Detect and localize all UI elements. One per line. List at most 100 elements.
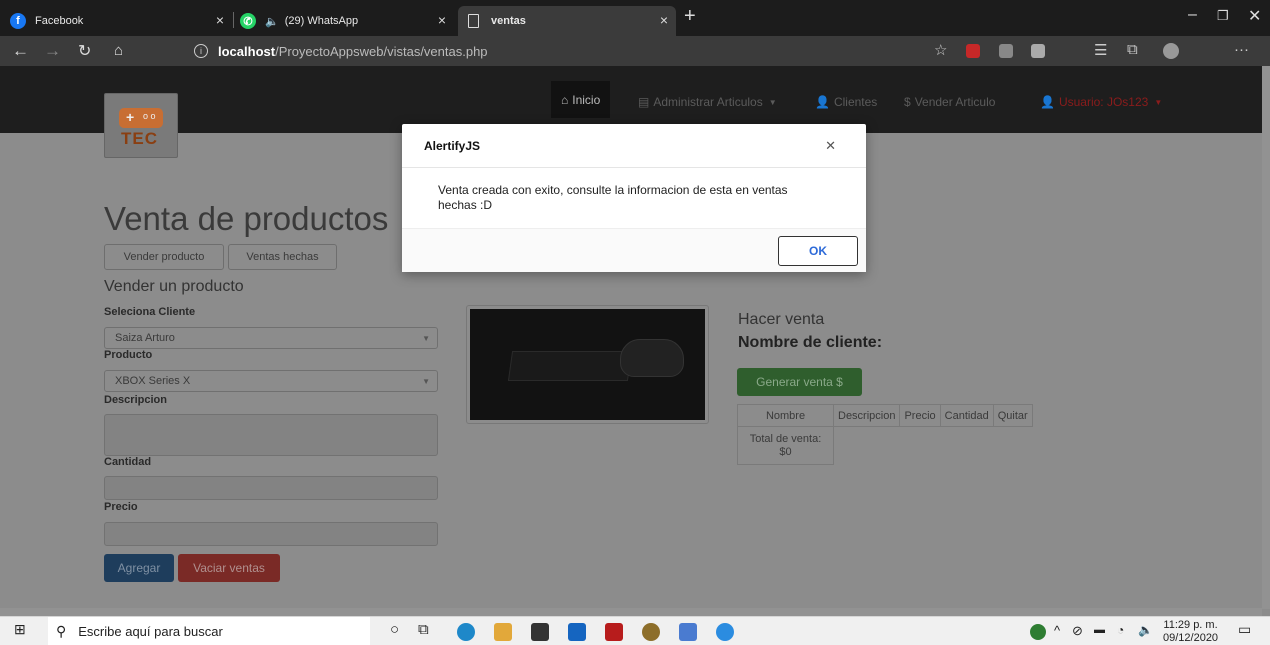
favorites-list-icon[interactable]: ☰ [1094,41,1107,59]
home-icon: ⌂ [561,92,569,107]
url-field[interactable]: i localhost /ProyectoAppsweb/vistas/vent… [176,40,906,62]
close-tab-icon[interactable]: × [438,12,446,28]
photos-icon[interactable] [679,623,697,641]
page-title: Venta de productos [104,200,389,237]
cantidad-label: Cantidad [104,456,152,468]
horizontal-scrollbar[interactable] [0,608,1262,616]
search-icon: ⚲ [56,623,67,639]
windows-start-icon[interactable]: ⊞ [14,621,26,638]
user-icon: 👤 [1040,95,1055,109]
notifications-icon[interactable]: ▭ [1238,621,1251,638]
page-icon [468,14,479,28]
producto-select[interactable]: XBOX Series X ▼ [104,370,438,392]
task-view-icon[interactable]: ⧉ [418,621,429,638]
vaciar-ventas-button[interactable]: Vaciar ventas [178,554,280,582]
back-icon[interactable]: ← [12,41,29,61]
nav-inicio[interactable]: ⌂ Inicio [551,81,611,118]
speaker-icon[interactable]: 🔈 [265,15,279,28]
app-icon[interactable] [716,623,734,641]
tab-title: (29) WhatsApp [284,15,359,27]
window-close-icon[interactable]: ✕ [1248,6,1261,26]
gamepad-logo-icon [119,108,163,128]
restore-icon[interactable]: ❐ [1217,8,1229,24]
column-header: Descripcion [832,404,901,427]
cortana-icon[interactable]: ○ [390,621,399,638]
clock-date: 09/12/2020 [1163,632,1219,644]
controller-shape [620,339,684,377]
browser-tab-strip: f Facebook × ✆ 🔈 (29) WhatsApp × ventas … [0,0,1270,36]
tab-divider [233,12,234,28]
url-host: localhost [218,43,276,59]
close-icon[interactable]: ✕ [825,138,836,154]
dollar-icon: $ [904,95,911,109]
netflix-icon[interactable] [605,623,623,641]
refresh-icon[interactable]: ↻ [78,41,91,61]
product-image [466,305,709,424]
column-header: Precio [899,404,941,427]
network-status-icon[interactable] [1030,624,1046,640]
agregar-button[interactable]: Agregar [104,554,174,582]
close-tab-icon[interactable]: × [660,12,668,28]
user-icon: 👤 [815,95,830,109]
nav-administrar-articulos[interactable]: ▤ Administrar Articulos ▼ [638,95,777,109]
chevron-down-icon: ▼ [422,334,430,343]
cloud-icon[interactable]: ⊘ [1072,623,1083,639]
new-tab-icon[interactable]: + [684,5,696,28]
vender-producto-button[interactable]: Vender producto [104,244,224,270]
nav-usuario[interactable]: 👤 Usuario: JOs123 ▼ [1040,95,1162,109]
section-title: Vender un producto [104,278,244,295]
total-value: $0 [779,445,792,458]
site-logo[interactable]: TEC [104,93,178,158]
extension-shield-icon[interactable] [1031,44,1045,58]
tab-whatsapp[interactable]: ✆ 🔈 (29) WhatsApp × [240,6,454,36]
taskbar-search[interactable]: ⚲ Escribe aquí para buscar [48,617,370,645]
nav-administrar-label: Administrar Articulos [653,95,763,109]
home-icon[interactable]: ⌂ [114,42,123,59]
chevron-up-icon[interactable]: ^ [1054,623,1060,638]
cantidad-input[interactable] [104,476,438,500]
battery-icon[interactable]: ▬ [1094,624,1105,636]
minimize-icon[interactable]: – [1188,6,1197,24]
extension-icon[interactable] [999,44,1013,58]
xbox-photo [470,309,705,420]
tab-facebook[interactable]: f Facebook × [10,6,232,36]
extension-tp-icon[interactable] [966,44,980,58]
chevron-down-icon: ▼ [422,377,430,386]
vertical-scrollbar[interactable] [1262,66,1270,609]
wifi-icon[interactable]: ◔ [1117,623,1124,637]
clock[interactable]: 11:29 p. m. 09/12/2020 [1163,619,1218,645]
dialog-title: AlertifyJS [424,138,481,153]
forward-icon[interactable]: → [44,41,61,61]
descripcion-textarea[interactable] [104,414,438,456]
whatsapp-icon: ✆ [240,13,256,29]
close-tab-icon[interactable]: × [216,12,224,28]
tab-ventas[interactable]: ventas × [458,6,676,36]
profile-avatar-icon[interactable] [1163,43,1179,59]
more-menu-icon[interactable]: ··· [1234,41,1249,58]
ventas-hechas-button[interactable]: Ventas hechas [228,244,337,270]
nav-inicio-label: Inicio [572,92,601,107]
descripcion-label: Descripcion [104,394,167,406]
cliente-select[interactable]: Saiza Arturo ▼ [104,327,438,349]
volume-icon[interactable]: 🔈 [1138,623,1153,637]
nombre-cliente-label: Nombre de cliente: [738,334,883,351]
generar-venta-button[interactable]: Generar venta $ [737,368,862,396]
windows-taskbar: ⊞ ⚲ Escribe aquí para buscar ○ ⧉ ^ ⊘ ▬ ◔… [0,616,1270,645]
store-icon[interactable] [531,623,549,641]
ok-button[interactable]: OK [778,236,858,266]
total-cell: Total de venta: $0 [737,426,834,465]
table-row: Total de venta: $0 [737,426,1033,465]
favorite-star-icon[interactable]: ☆ [934,41,947,59]
precio-input[interactable] [104,522,438,546]
nav-clientes[interactable]: 👤 Clientes [815,95,877,109]
cliente-select-value: Saiza Arturo [115,332,175,344]
column-header: Quitar [992,404,1033,427]
nav-vender-articulo[interactable]: $ Vender Articulo [904,95,995,109]
file-explorer-icon[interactable] [494,623,512,641]
mail-icon[interactable] [568,623,586,641]
info-icon[interactable]: i [194,44,208,58]
hacer-venta-title: Hacer venta [738,311,825,328]
edge-icon[interactable] [457,623,475,641]
game-icon[interactable] [642,623,660,641]
collections-icon[interactable]: ⧉ [1127,41,1138,58]
